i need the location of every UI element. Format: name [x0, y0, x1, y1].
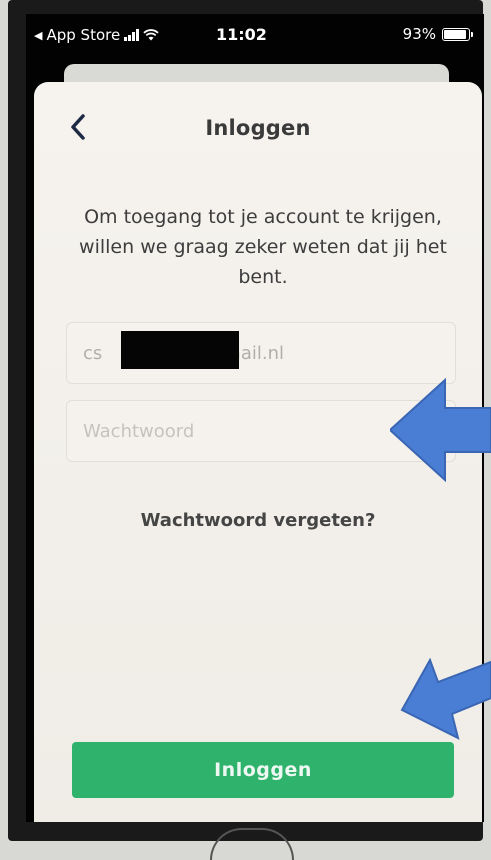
battery-icon: [442, 27, 473, 41]
battery-percentage: 93%: [402, 25, 436, 43]
clock: 11:02: [216, 25, 267, 44]
annotation-arrow-password: [390, 378, 491, 482]
status-bar: ◀ App Store 11:02 93%: [26, 14, 484, 54]
back-to-app-store[interactable]: ◀ App Store: [34, 26, 159, 44]
email-field[interactable]: cs mail.nl: [66, 322, 456, 384]
intro-text: Om toegang tot je account te krijgen, wi…: [79, 206, 447, 288]
wifi-icon: [143, 29, 159, 41]
battery-status: 93%: [402, 25, 473, 43]
redaction-box: [121, 331, 239, 369]
email-prefix: cs: [83, 342, 103, 364]
cellular-signal-icon: [124, 29, 140, 41]
page-title: Inloggen: [205, 116, 311, 140]
forgot-password-link[interactable]: Wachtwoord vergeten?: [34, 510, 482, 531]
password-input[interactable]: [83, 420, 439, 442]
back-triangle-icon: ◀: [34, 28, 43, 42]
back-app-label: App Store: [46, 26, 121, 44]
annotation-arrow-login: [400, 658, 491, 740]
login-button[interactable]: Inloggen: [72, 742, 454, 798]
